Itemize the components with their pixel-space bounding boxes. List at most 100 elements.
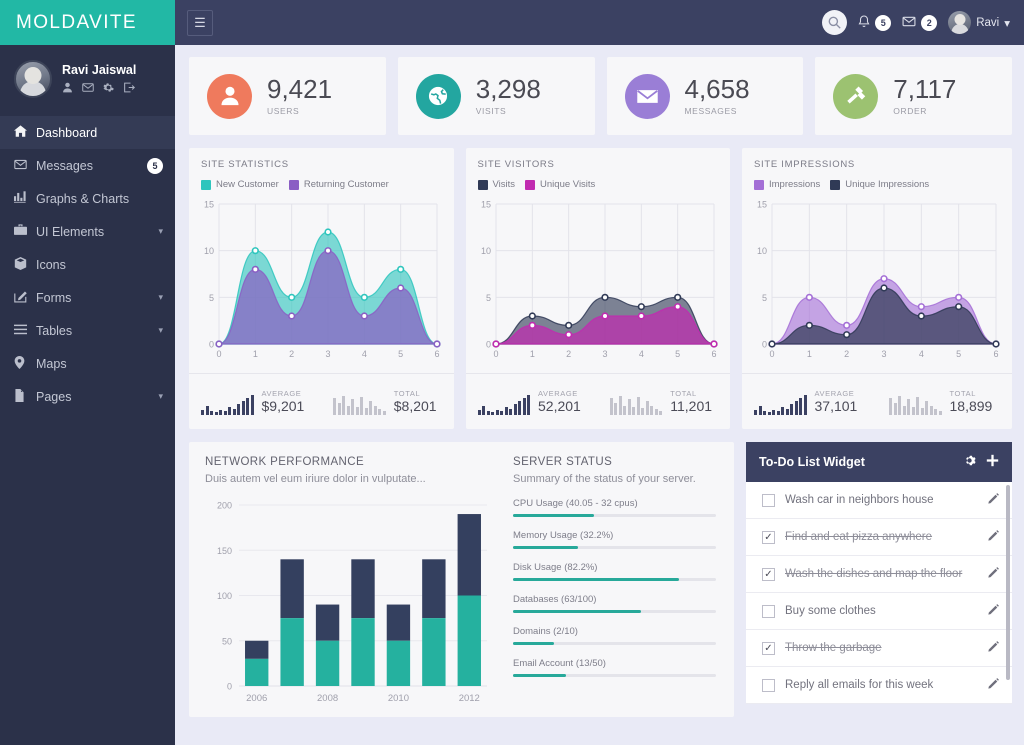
legend-item: Returning Customer (288, 179, 389, 190)
todo-checkbox[interactable] (762, 493, 775, 507)
svg-text:0: 0 (216, 349, 221, 359)
sidebar-item-messages[interactable]: Messages 5 (0, 149, 175, 182)
profile-name: Ravi Jaiswal (62, 62, 137, 77)
pencil-icon[interactable] (988, 530, 999, 544)
todo-item[interactable]: ✓ Throw the garbage (746, 630, 1012, 667)
stat-card-visits[interactable]: 3,298 VISITS (397, 57, 595, 135)
sidebar-item-icons[interactable]: Icons (0, 248, 175, 281)
svg-text:2006: 2006 (246, 693, 267, 704)
svg-text:5: 5 (675, 349, 680, 359)
topbar: ☰ 5 2 Ravi ▾ (175, 0, 1024, 45)
sidebar-item-label: Graphs & Charts (36, 191, 130, 206)
card-title: SITE VISITORS (477, 159, 555, 170)
gear-icon[interactable] (103, 82, 114, 96)
envelope-icon[interactable] (82, 82, 94, 96)
svg-text:3: 3 (602, 349, 607, 359)
gear-icon[interactable] (963, 454, 976, 470)
sidebar-item-label: Tables (36, 323, 73, 338)
todo-item[interactable]: Wash car in neighbors house (746, 482, 1012, 519)
sidebar-item-label: Maps (36, 356, 67, 371)
bottom-row: NETWORK PERFORMANCE Duis autem vel eum i… (189, 442, 1012, 717)
messages-button[interactable]: 2 (902, 14, 938, 31)
svg-text:2010: 2010 (388, 693, 409, 704)
todo-checkbox[interactable] (762, 604, 775, 618)
svg-text:5: 5 (762, 293, 767, 303)
brand-logo[interactable]: MOLDAVITE (0, 0, 175, 45)
stat-card-users[interactable]: 9,421 USERS (189, 57, 386, 135)
svg-text:6: 6 (993, 349, 998, 359)
todo-checkbox[interactable]: ✓ (762, 641, 775, 655)
chart-legend: Impressions Unique Impressions (754, 179, 1000, 190)
svg-text:1: 1 (529, 349, 534, 359)
sidebar-item-pages[interactable]: Pages ▾ (0, 380, 175, 413)
todo-checkbox[interactable]: ✓ (762, 530, 775, 544)
chevron-down-icon: ▾ (158, 292, 163, 302)
user-menu[interactable]: Ravi ▾ (948, 11, 1010, 34)
notifications-button[interactable]: 5 (858, 14, 892, 31)
scrollbar[interactable] (1006, 485, 1010, 680)
cube-icon (14, 256, 36, 273)
server-status-label: Databases (63/100) (513, 594, 597, 605)
server-status-row: CPU Usage (40.05 - 32 cpus) (513, 498, 716, 517)
profile-action-icons (62, 82, 136, 96)
search-icon[interactable] (822, 10, 848, 35)
pencil-icon[interactable] (988, 678, 999, 692)
sidebar-item-forms[interactable]: Forms ▾ (0, 281, 175, 314)
sidebar-item-ui-elements[interactable]: UI Elements ▾ (0, 215, 175, 248)
pencil-icon[interactable] (988, 604, 999, 618)
todo-item[interactable]: Reply all emails for this week (746, 667, 1012, 704)
sidebar-item-graphs-charts[interactable]: Graphs & Charts (0, 182, 175, 215)
legend-swatch (288, 179, 299, 190)
todo-item-label: Wash car in neighbors house (785, 494, 934, 506)
user-icon[interactable] (62, 82, 73, 96)
menu-toggle-button[interactable]: ☰ (187, 9, 213, 36)
topbar-actions: 5 2 Ravi ▾ (822, 10, 1010, 35)
legend-label: Impressions (769, 179, 821, 190)
todo-item-label: Reply all emails for this week (785, 679, 934, 691)
area-chart-site-visitors: 0 5 10 15 0 1 2 3 4 5 6 (466, 190, 731, 373)
todo-title: To-Do List Widget (759, 455, 865, 469)
sidebar-item-label: UI Elements (36, 224, 105, 239)
stat-value: 3,298 (475, 74, 541, 105)
stat-card-messages[interactable]: 4,658 MESSAGES (606, 57, 804, 135)
todo-checkbox[interactable]: ✓ (762, 567, 775, 581)
footer-label: AVERAGE (814, 389, 855, 398)
logout-icon[interactable] (123, 82, 136, 96)
envelope-icon (624, 73, 670, 119)
legend-item: Visits (477, 179, 515, 190)
card-site-statistics: SITE STATISTICS New Customer Returning C… (189, 148, 454, 429)
todo-item[interactable]: ✓ Find and eat pizza anywhere (746, 519, 1012, 556)
progress-fill (513, 578, 680, 581)
envelope-icon (902, 16, 916, 30)
footer-value: $9,201 (261, 398, 305, 414)
sidebar-item-dashboard[interactable]: Dashboard (0, 116, 175, 149)
svg-text:15: 15 (757, 200, 767, 210)
pencil-icon[interactable] (988, 567, 999, 581)
svg-text:4: 4 (638, 349, 643, 359)
todo-item[interactable]: Buy some clothes (746, 593, 1012, 630)
svg-text:5: 5 (209, 293, 214, 303)
footer-label: AVERAGE (538, 389, 578, 398)
server-status-label: Disk Usage (82.2%) (513, 562, 598, 573)
svg-text:0: 0 (209, 340, 214, 350)
pencil-icon[interactable] (988, 641, 999, 655)
footer-average: AVERAGE 37,101 (742, 389, 877, 415)
avatar[interactable] (14, 60, 52, 98)
stat-card-order[interactable]: 7,117 ORDER (815, 57, 1012, 135)
sidebar-item-maps[interactable]: Maps (0, 347, 175, 380)
pencil-icon[interactable] (988, 493, 999, 507)
footer-label: TOTAL (949, 389, 976, 398)
svg-text:50: 50 (222, 636, 232, 646)
plus-icon[interactable] (986, 454, 999, 470)
progress-bar (513, 514, 716, 517)
sidebar-item-tables[interactable]: Tables ▾ (0, 314, 175, 347)
todo-item[interactable]: ✓ Wash the dishes and map the floor (746, 556, 1012, 593)
chevron-down-icon: ▾ (1004, 17, 1010, 30)
card-footer: AVERAGE 52,201 TOTAL 11,201 (465, 373, 730, 429)
todo-checkbox[interactable] (762, 678, 775, 692)
svg-text:5: 5 (398, 349, 403, 359)
section-title: SERVER STATUS (513, 456, 613, 468)
user-menu-label: Ravi (976, 16, 1000, 29)
server-status-panel: SERVER STATUS Summary of the status of y… (499, 456, 734, 717)
stat-label: USERS (267, 105, 300, 116)
